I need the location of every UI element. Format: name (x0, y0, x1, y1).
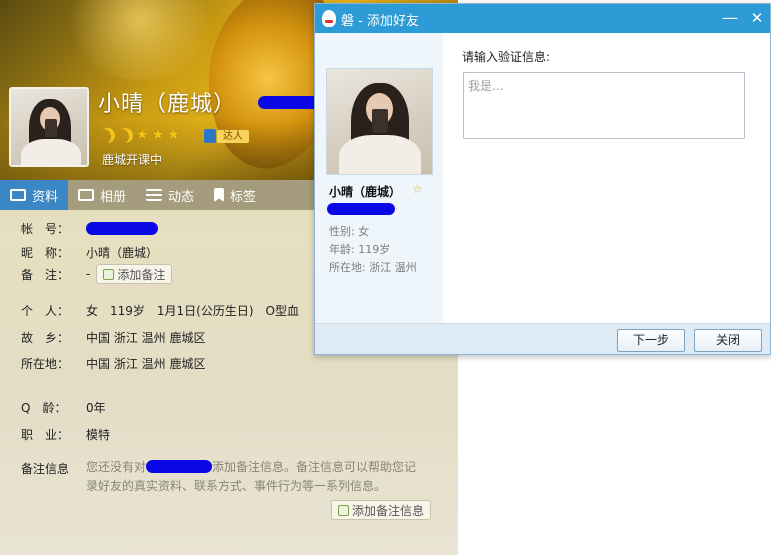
add-friend-dialog: 磐 - 添加好友 — ✕ 小晴（鹿城） ☆ 性别: 女 年龄: 119岁 所在地… (314, 3, 771, 355)
edit-icon (103, 268, 115, 280)
badge-icon (204, 129, 216, 143)
redaction-mark (327, 203, 395, 215)
contact-age: 年龄: 119岁 (329, 243, 391, 256)
photo-album-icon (78, 189, 95, 201)
personal-row: 个 人： 女 119岁 1月1日(公历生日) O型血 (21, 304, 299, 318)
tab-info[interactable]: 资料 (0, 180, 69, 210)
hometown-row: 故 乡： 中国 浙江 温州 鹿城区 (21, 331, 206, 345)
verify-label: 请输入验证信息: (462, 50, 551, 64)
contact-location: 所在地: 浙江 温州 (329, 261, 417, 274)
job-row: 职 业： 模特 (21, 428, 111, 442)
add-remark-button[interactable]: 添加备注 (96, 264, 173, 284)
nickname-row: 昵 称： 小晴（鹿城） (21, 246, 159, 260)
close-icon[interactable]: ✕ (747, 8, 767, 28)
close-button[interactable]: 关闭 (694, 329, 762, 352)
location-row: 所在地： 中国 浙江 温州 鹿城区 (21, 357, 206, 371)
daren-badge[interactable]: 达人 (204, 128, 249, 144)
qq-level-icons[interactable]: ★ ★ ★ (100, 127, 180, 143)
redaction-mark (86, 222, 158, 235)
feed-list-icon (146, 189, 163, 201)
qq-penguin-icon (322, 10, 336, 27)
avatar[interactable] (9, 87, 89, 167)
dialog-title: 磐 - 添加好友 (341, 14, 419, 29)
star-icon: ★ (151, 127, 165, 143)
star-icon: ★ (167, 127, 180, 143)
remark-info-row: 备注信息 (21, 462, 70, 476)
remark-row: 备 注： - 添加备注 (21, 264, 173, 284)
contact-avatar (326, 68, 433, 175)
remark-info-text: 您还没有对 添加备注信息。备注信息可以帮助您记录好友的真实资料、联系方式、事件行为… (86, 460, 417, 493)
contact-name: 小晴（鹿城） (329, 185, 402, 199)
dialog-footer: 下一步 关闭 (315, 323, 770, 354)
star-icon: ★ (136, 127, 149, 143)
qage-row: Q 龄： 0年 (21, 401, 106, 415)
dialog-titlebar[interactable]: 磐 - 添加好友 — ✕ (315, 4, 770, 33)
next-button[interactable]: 下一步 (617, 329, 685, 352)
minimize-button[interactable]: — (720, 8, 740, 28)
contact-summary-panel: 小晴（鹿城） ☆ 性别: 女 年龄: 119岁 所在地: 浙江 温州 (315, 33, 443, 323)
add-remark-info-button[interactable]: 添加备注信息 (331, 500, 432, 520)
tab-album[interactable]: 相册 (68, 180, 136, 210)
contact-gender: 性别: 女 (329, 225, 370, 238)
id-card-icon (10, 189, 26, 201)
verify-message-input[interactable] (463, 72, 745, 139)
redaction-mark (146, 460, 213, 473)
tab-feed[interactable]: 动态 (136, 180, 204, 210)
star-icon: ☆ (412, 182, 423, 196)
tab-tags[interactable]: 标签 (204, 180, 266, 210)
edit-icon (338, 504, 349, 516)
account-row: 帐 号： (21, 220, 158, 237)
profile-status: 鹿城开课中 (102, 153, 163, 167)
moon-icon (115, 125, 135, 145)
bookmark-icon (214, 188, 225, 202)
profile-nickname: 小晴（鹿城） (98, 92, 237, 117)
moon-icon (97, 125, 117, 145)
